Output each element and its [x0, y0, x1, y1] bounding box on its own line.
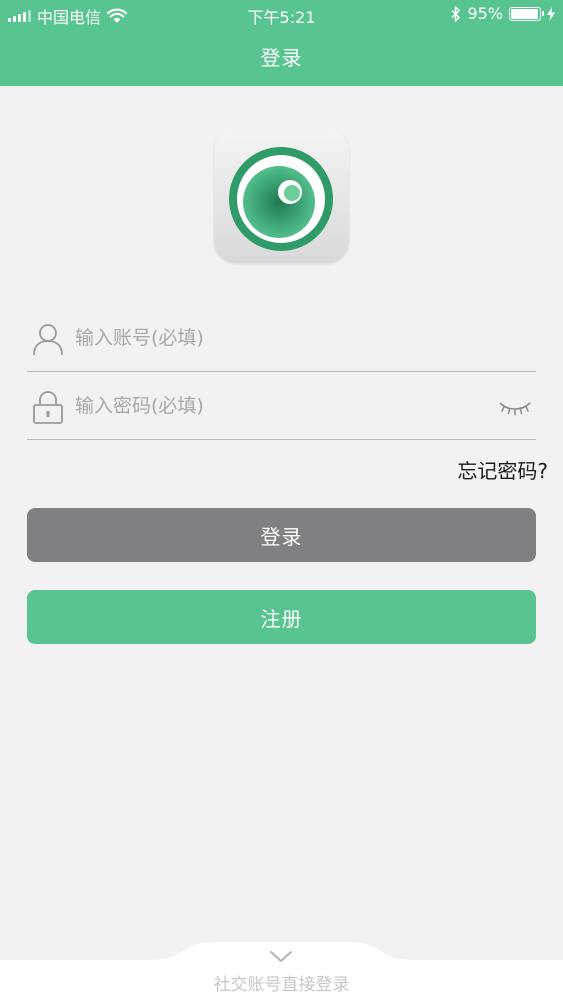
header: 中国电信 下午5:21 95% 登录	[0, 0, 563, 86]
page-title: 登录	[260, 46, 303, 70]
battery-percent: 95%	[467, 4, 503, 23]
app-logo	[214, 128, 349, 263]
social-login-label: 社交账号直接登录	[213, 975, 350, 995]
lock-icon	[33, 391, 63, 424]
account-input[interactable]	[75, 316, 475, 360]
login-button[interactable]: 登录	[27, 508, 536, 562]
password-field	[27, 374, 536, 440]
status-right: 95%	[451, 4, 555, 23]
status-bar: 中国电信 下午5:21 95%	[0, 0, 563, 28]
charging-icon	[547, 6, 555, 21]
battery-fill	[511, 8, 538, 19]
app-logo-icon	[229, 147, 333, 251]
battery-icon	[509, 6, 544, 21]
eye-closed-icon[interactable]	[498, 398, 532, 418]
password-input[interactable]	[75, 384, 475, 428]
bluetooth-icon	[451, 5, 461, 22]
user-icon	[33, 324, 63, 356]
chevron-down-icon[interactable]	[269, 950, 293, 964]
account-field	[27, 306, 536, 372]
register-button[interactable]: 注册	[27, 590, 536, 644]
social-login-panel[interactable]: 社交账号直接登录	[0, 940, 563, 1000]
forgot-password-link[interactable]: 忘记密码?	[457, 455, 548, 484]
